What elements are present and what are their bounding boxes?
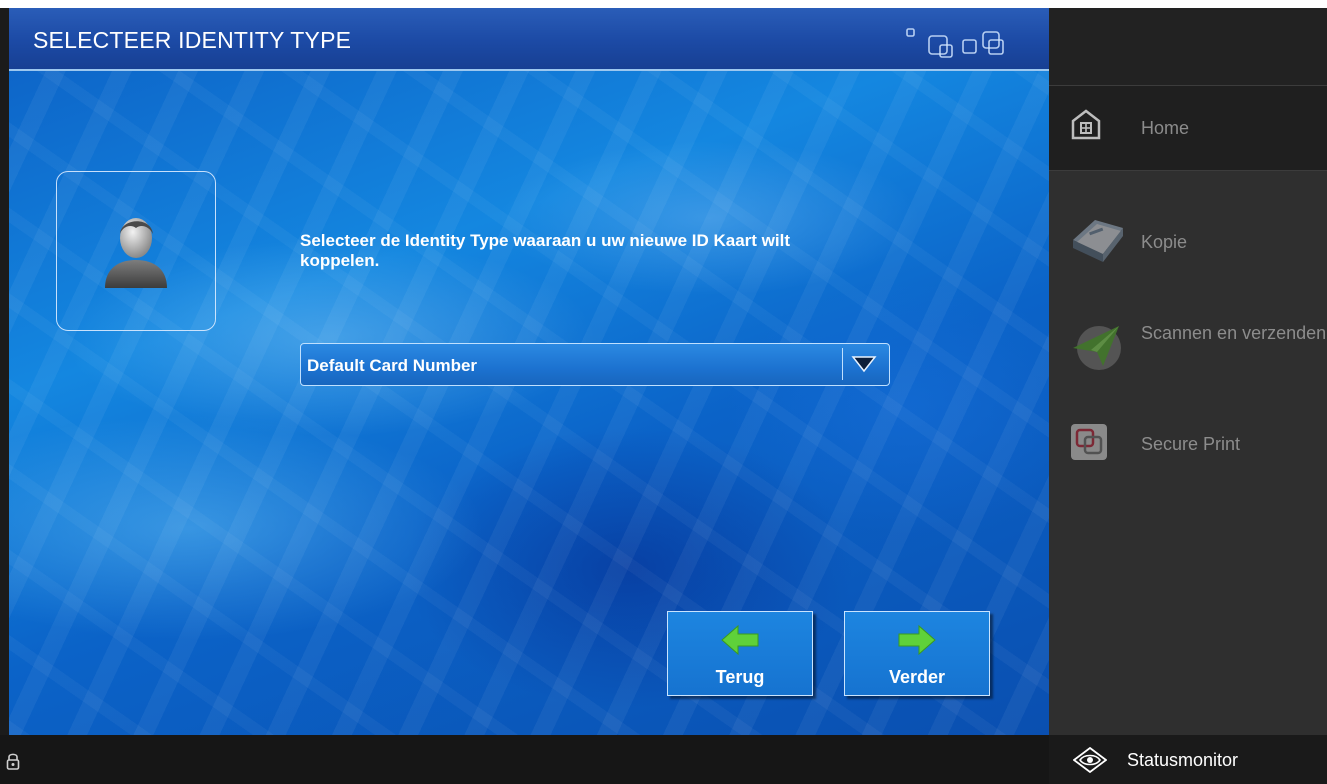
device-screen: SELECTEER IDENTITY TYPE Selecteer de Ide…: [0, 8, 1327, 784]
copy-icon: [1073, 220, 1123, 262]
dropdown-selected-value: Default Card Number: [307, 356, 478, 375]
page-title: SELECTEER IDENTITY TYPE: [33, 27, 352, 53]
home-icon: [1071, 109, 1101, 140]
user-avatar-frame: [56, 171, 216, 331]
user-avatar-icon: [105, 218, 167, 288]
instruction-text: Selecteer de Identity Type waaraan u uw …: [300, 231, 790, 270]
status-monitor-icon: [1073, 747, 1107, 773]
sidebar-item-scan-send[interactable]: Scannen en verzenden: [1049, 318, 1327, 388]
secure-print-icon: [1071, 424, 1107, 460]
arrow-left-icon: [721, 624, 759, 656]
triangle-down-icon: [851, 356, 877, 373]
sidebar-item-home[interactable]: Home: [1049, 86, 1327, 171]
scan-send-icon: [1073, 326, 1121, 370]
sidebar-item-label: Home: [1141, 118, 1190, 138]
sidebar-home-row: Home: [1049, 93, 1327, 163]
back-button[interactable]: Terug: [667, 611, 813, 696]
lock-icon: [6, 753, 20, 770]
next-button-label: Verder: [888, 667, 946, 687]
sidebar: Home Kopie Scannen en verzenden Secure P…: [1049, 8, 1327, 735]
next-button[interactable]: Verder: [844, 611, 990, 696]
status-monitor-label: Statusmonitor: [1127, 750, 1239, 770]
sidebar-header: [1049, 8, 1327, 86]
back-button-label: Terug: [715, 667, 765, 687]
title-bar: SELECTEER IDENTITY TYPE: [9, 8, 1049, 71]
sidebar-item-secure-print[interactable]: Secure Print: [1049, 422, 1327, 492]
identity-type-dropdown[interactable]: Default Card Number: [300, 343, 890, 386]
dropdown-toggle[interactable]: [842, 348, 885, 380]
sidebar-item-label: Kopie: [1141, 232, 1188, 252]
bottom-status-bar: Statusmonitor: [0, 735, 1327, 784]
main-panel: SELECTEER IDENTITY TYPE Selecteer de Ide…: [9, 8, 1049, 735]
arrow-right-icon: [898, 624, 936, 656]
sidebar-item-label: Secure Print: [1141, 434, 1241, 454]
sidebar-item-label: Scannen en verzenden: [1141, 323, 1327, 343]
sidebar-item-copy[interactable]: Kopie: [1049, 208, 1327, 278]
decorative-squares-icon: [906, 28, 1004, 58]
status-monitor-button[interactable]: Statusmonitor: [1049, 735, 1327, 784]
